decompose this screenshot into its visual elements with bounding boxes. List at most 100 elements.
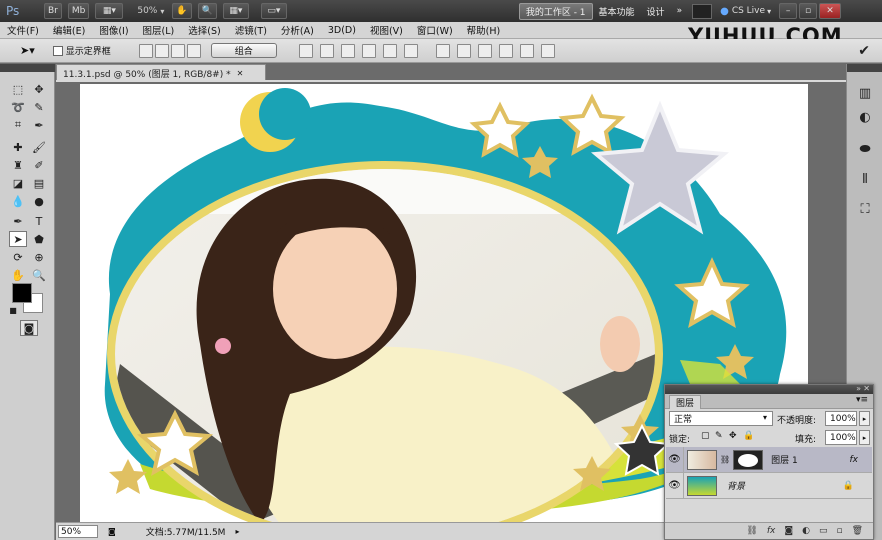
clone-stamp-tool-icon[interactable]: ♜ xyxy=(9,157,27,173)
align-hcenter-button[interactable] xyxy=(382,43,397,58)
eyedropper-tool-icon[interactable]: ✒ xyxy=(30,117,48,133)
distribute-left-button[interactable] xyxy=(498,43,513,58)
path-selection-tool-icon[interactable]: ➤ xyxy=(9,231,27,247)
path-op-subtract-button[interactable] xyxy=(170,43,185,58)
type-tool-icon[interactable]: T xyxy=(30,213,48,229)
status-info-arrow-icon[interactable]: ▸ xyxy=(235,527,239,536)
pen-tool-icon[interactable]: ✒ xyxy=(9,213,27,229)
blur-tool-icon[interactable]: 💧 xyxy=(9,193,27,209)
layer-link-icon[interactable]: ⛓ xyxy=(720,455,730,464)
show-transform-checkbox[interactable] xyxy=(52,45,63,56)
swatches-panel-icon[interactable]: ⬬ xyxy=(854,138,876,160)
layer-name[interactable]: 背景 xyxy=(727,479,745,492)
workspace-design[interactable]: 设计 xyxy=(641,3,671,20)
move-tool-icon[interactable]: ✥ xyxy=(30,81,48,97)
3d-orbit-tool-icon[interactable]: ⊕ xyxy=(30,249,48,265)
zoom-tool-icon[interactable]: 🔍 xyxy=(30,267,48,283)
align-right-button[interactable] xyxy=(403,43,418,58)
eraser-tool-icon[interactable]: ◪ xyxy=(9,175,27,191)
commit-check-icon[interactable]: ✔ xyxy=(858,43,870,59)
close-button[interactable]: ✕ xyxy=(819,3,842,19)
marquee-tool-icon[interactable]: ⬚ xyxy=(9,81,27,97)
delete-layer-icon[interactable]: 🗑 xyxy=(852,526,863,536)
blend-mode-dropdown-icon[interactable]: ▾ xyxy=(763,413,767,422)
hand-tool-button[interactable]: ✋ xyxy=(172,3,192,19)
screen-mode-button[interactable]: ▭▾ xyxy=(260,3,287,19)
distribute-vcenter-button[interactable] xyxy=(456,43,471,58)
fill-slider-button[interactable]: ▸ xyxy=(859,430,870,445)
align-left-button[interactable] xyxy=(361,43,376,58)
transform-panel-icon[interactable]: ⛶ xyxy=(854,198,876,220)
shape-tool-icon[interactable]: ⬟ xyxy=(30,231,48,247)
crop-tool-icon[interactable]: ⌗ xyxy=(9,117,27,133)
status-zoom-field[interactable]: 50% xyxy=(58,525,98,538)
menu-layer[interactable]: 图层(L) xyxy=(136,23,182,37)
lasso-tool-icon[interactable]: ➰ xyxy=(9,99,27,115)
layer-row-selected[interactable]: 👁 ⛓ 图层 1 fx xyxy=(666,446,872,473)
add-mask-icon[interactable]: ◙ xyxy=(784,526,793,536)
menu-filter[interactable]: 滤镜(T) xyxy=(228,23,274,37)
combine-button[interactable]: 组合 xyxy=(210,43,277,58)
zoom-level-readout[interactable]: 50% xyxy=(137,6,157,16)
adjustments-panel-icon[interactable]: ⫴ xyxy=(854,168,876,190)
lock-all-icon[interactable]: 🔒 xyxy=(743,431,754,441)
view-extras-button[interactable]: ▦▾ xyxy=(95,3,124,19)
menu-analysis[interactable]: 分析(A) xyxy=(274,23,321,37)
menu-3d[interactable]: 3D(D) xyxy=(321,25,363,36)
visibility-eye-icon[interactable]: 👁 xyxy=(666,446,684,473)
fill-field[interactable]: 100% xyxy=(825,430,857,445)
align-top-button[interactable] xyxy=(298,43,313,58)
arrange-documents-button[interactable]: ▦▾ xyxy=(222,3,249,19)
align-vcenter-button[interactable] xyxy=(319,43,334,58)
workspace-mine[interactable]: 我的工作区 - 1 xyxy=(518,2,593,20)
workspace-overflow[interactable]: » xyxy=(671,3,689,20)
new-layer-icon[interactable]: ▫ xyxy=(836,526,842,536)
layer-name[interactable]: 图层 1 xyxy=(771,453,798,466)
cslive-dropdown-icon[interactable]: ▾ xyxy=(767,7,771,16)
new-adjustment-icon[interactable]: ◐ xyxy=(802,526,810,536)
minibridge-button[interactable]: Mb xyxy=(67,3,90,19)
zoom-tool-button[interactable]: 🔍 xyxy=(197,3,217,19)
blend-mode-select[interactable]: 正常 xyxy=(669,411,773,426)
menu-file[interactable]: 文件(F) xyxy=(0,23,46,37)
healing-brush-tool-icon[interactable]: ✚ xyxy=(9,139,27,155)
visibility-eye-icon[interactable]: 👁 xyxy=(666,472,684,499)
histogram-panel-icon[interactable]: ▥ xyxy=(854,82,876,104)
default-colors-icon[interactable]: ■ xyxy=(4,302,22,318)
opacity-field[interactable]: 100% xyxy=(825,411,857,426)
menu-edit[interactable]: 编辑(E) xyxy=(46,23,92,37)
zoom-dropdown-icon[interactable]: ▾ xyxy=(160,7,164,16)
move-tool-preset-icon[interactable]: ➤▾ xyxy=(20,44,35,57)
link-layers-icon[interactable]: ⛓ xyxy=(746,526,757,536)
lock-position-icon[interactable]: ✥ xyxy=(729,431,737,441)
workspace-essentials[interactable]: 基本功能 xyxy=(593,3,641,20)
path-op-add-button[interactable] xyxy=(154,43,169,58)
history-brush-tool-icon[interactable]: ✐ xyxy=(30,157,48,173)
tab-layers[interactable]: 图层 xyxy=(669,395,702,409)
quick-mask-icon[interactable]: ◙ xyxy=(20,320,38,336)
document-tab[interactable]: 11.3.1.psd @ 50% (图层 1, RGB/8#) * ✕ xyxy=(56,64,266,81)
menu-window[interactable]: 窗口(W) xyxy=(410,23,460,37)
layer-effects-icon[interactable]: fx xyxy=(850,455,859,465)
search-field[interactable] xyxy=(692,3,713,19)
status-menu-icon[interactable]: ◙ xyxy=(108,527,116,536)
lock-transparent-icon[interactable]: ▢ xyxy=(701,431,710,441)
quick-select-tool-icon[interactable]: ✎ xyxy=(30,99,48,115)
path-op-new-button[interactable] xyxy=(138,43,153,58)
path-op-intersect-button[interactable] xyxy=(186,43,201,58)
distribute-top-button[interactable] xyxy=(435,43,450,58)
minimize-button[interactable]: – xyxy=(779,3,798,19)
collapse-panel-icon[interactable]: » xyxy=(856,384,861,393)
cslive-button[interactable]: CS Live xyxy=(732,6,765,16)
brush-tool-icon[interactable]: 🖌 xyxy=(30,139,48,155)
layer-row[interactable]: 👁 背景 🔒 xyxy=(666,472,872,499)
hand-tool-icon[interactable]: ✋ xyxy=(9,267,27,283)
align-bottom-button[interactable] xyxy=(340,43,355,58)
menu-help[interactable]: 帮助(H) xyxy=(460,23,508,37)
new-group-icon[interactable]: ▭ xyxy=(819,526,828,536)
close-tab-icon[interactable]: ✕ xyxy=(237,69,244,78)
bridge-button[interactable]: Br xyxy=(44,3,62,19)
add-style-icon[interactable]: fx xyxy=(767,526,776,536)
restore-button[interactable]: ▫ xyxy=(799,3,818,19)
distribute-right-button[interactable] xyxy=(540,43,555,58)
